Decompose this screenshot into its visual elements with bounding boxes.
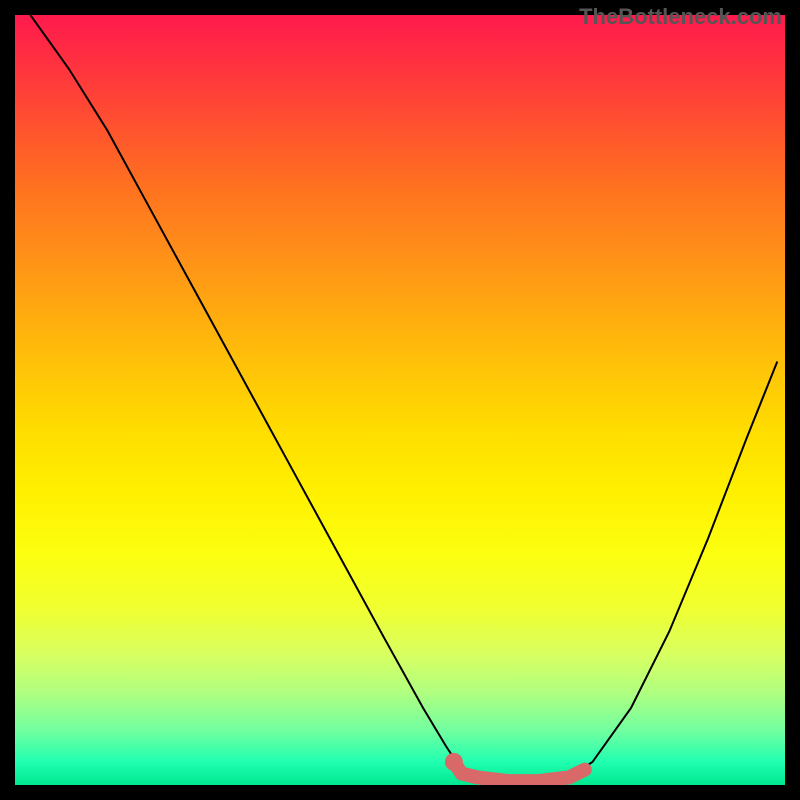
- watermark-text: TheBottleneck.com: [579, 4, 782, 30]
- highlight-segment: [454, 762, 585, 781]
- highlight-dot: [445, 753, 463, 771]
- bottleneck-curve: [30, 15, 777, 781]
- chart-svg: [15, 15, 785, 785]
